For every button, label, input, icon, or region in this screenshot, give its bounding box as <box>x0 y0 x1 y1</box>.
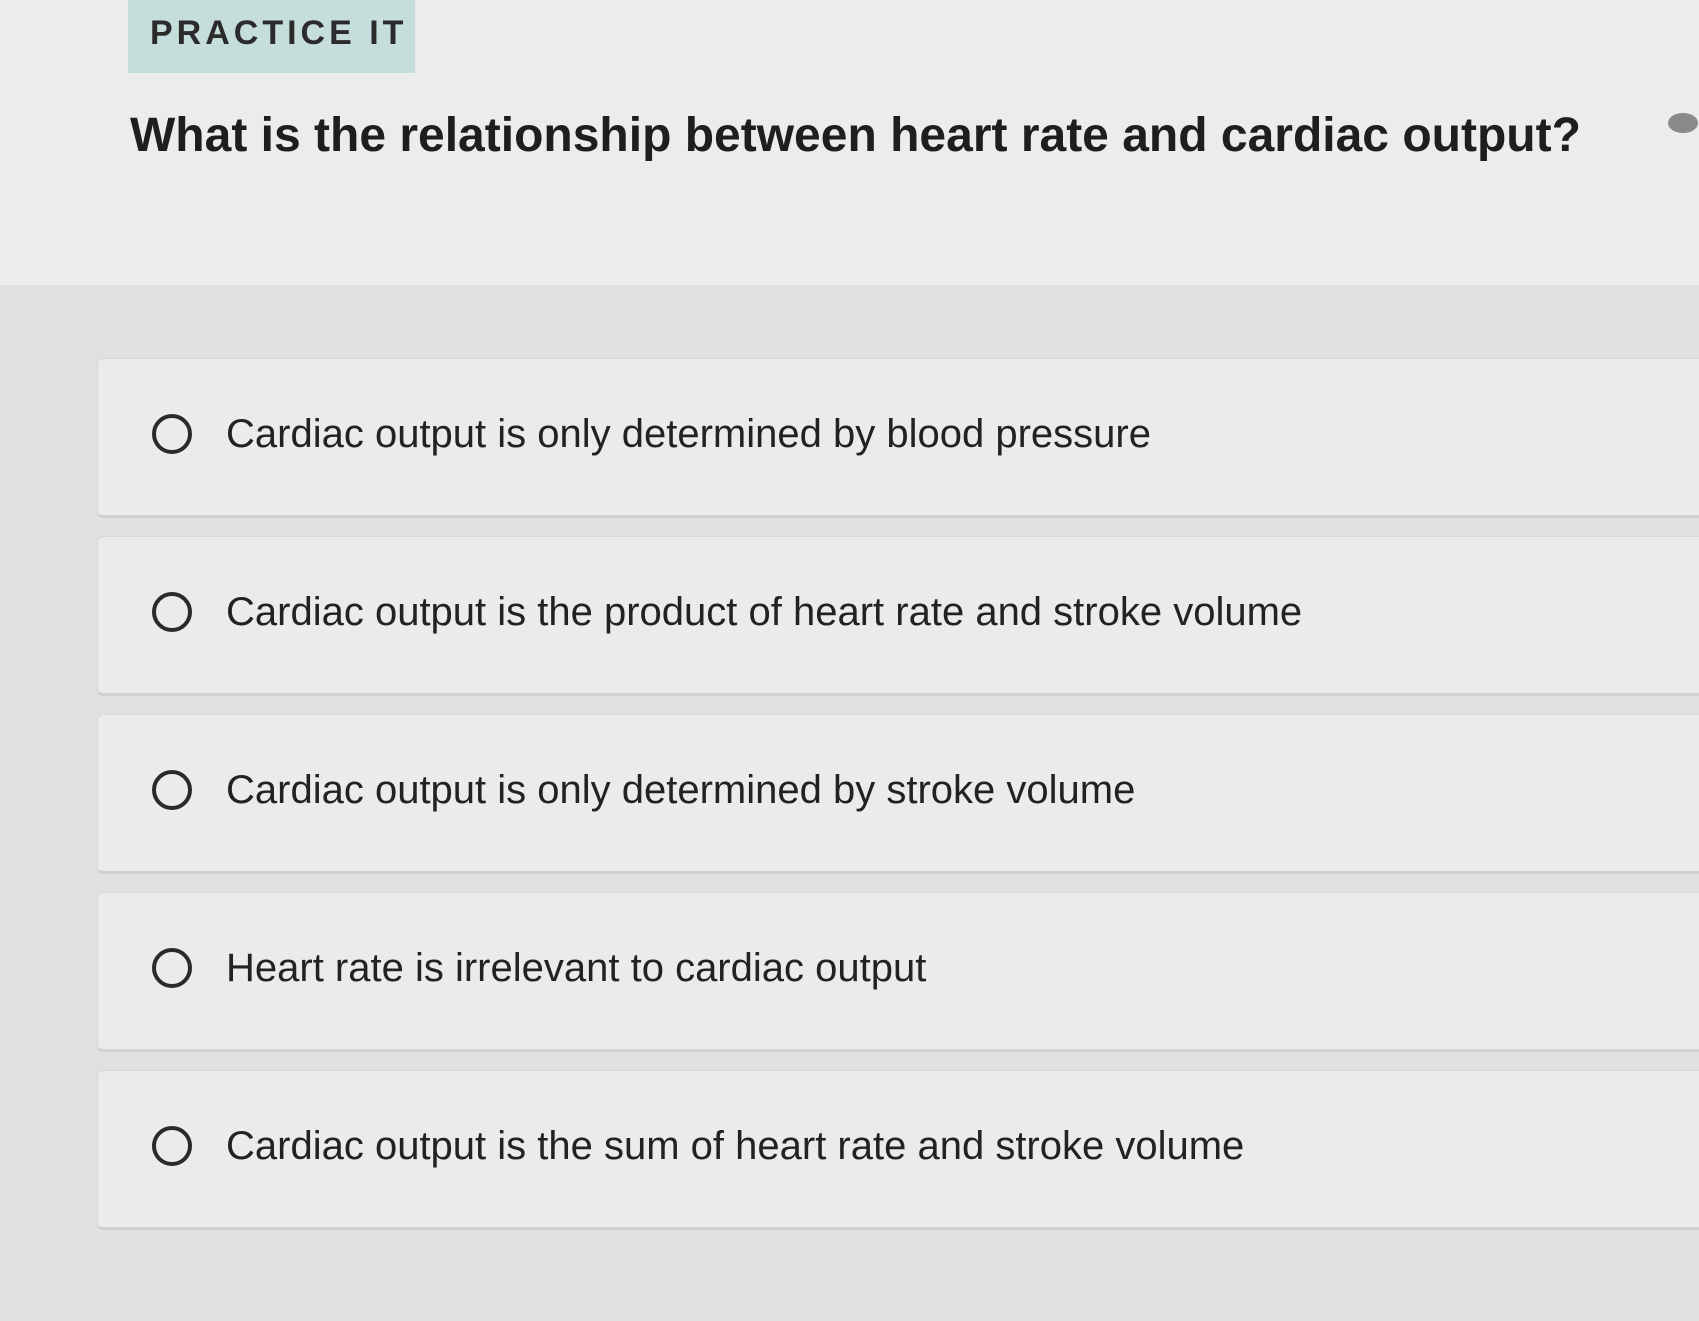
answer-option-1[interactable]: Cardiac output is only determined by blo… <box>97 358 1699 518</box>
question-header: PRACTICE IT What is the relationship bet… <box>0 0 1699 285</box>
radio-button-icon[interactable] <box>152 948 192 988</box>
answer-option-label: Heart rate is irrelevant to cardiac outp… <box>226 946 927 990</box>
edge-marker <box>1668 113 1698 133</box>
answer-option-4[interactable]: Heart rate is irrelevant to cardiac outp… <box>97 892 1699 1052</box>
answer-option-5[interactable]: Cardiac output is the sum of heart rate … <box>97 1070 1699 1230</box>
answer-option-label: Cardiac output is the sum of heart rate … <box>226 1124 1245 1168</box>
answer-option-label: Cardiac output is only determined by str… <box>226 768 1136 812</box>
badge-label: PRACTICE IT <box>150 14 408 52</box>
question-text: What is the relationship between heart r… <box>130 109 1581 162</box>
radio-button-icon[interactable] <box>152 414 192 454</box>
radio-button-icon[interactable] <box>152 592 192 632</box>
practice-it-badge: PRACTICE IT <box>128 0 415 73</box>
answer-option-label: Cardiac output is only determined by blo… <box>226 412 1151 456</box>
radio-button-icon[interactable] <box>152 1126 192 1166</box>
radio-button-icon[interactable] <box>152 770 192 810</box>
answer-options: Cardiac output is only determined by blo… <box>0 285 1699 1321</box>
answer-option-label: Cardiac output is the product of heart r… <box>226 590 1303 634</box>
answer-option-3[interactable]: Cardiac output is only determined by str… <box>97 714 1699 874</box>
answer-option-2[interactable]: Cardiac output is the product of heart r… <box>97 536 1699 696</box>
